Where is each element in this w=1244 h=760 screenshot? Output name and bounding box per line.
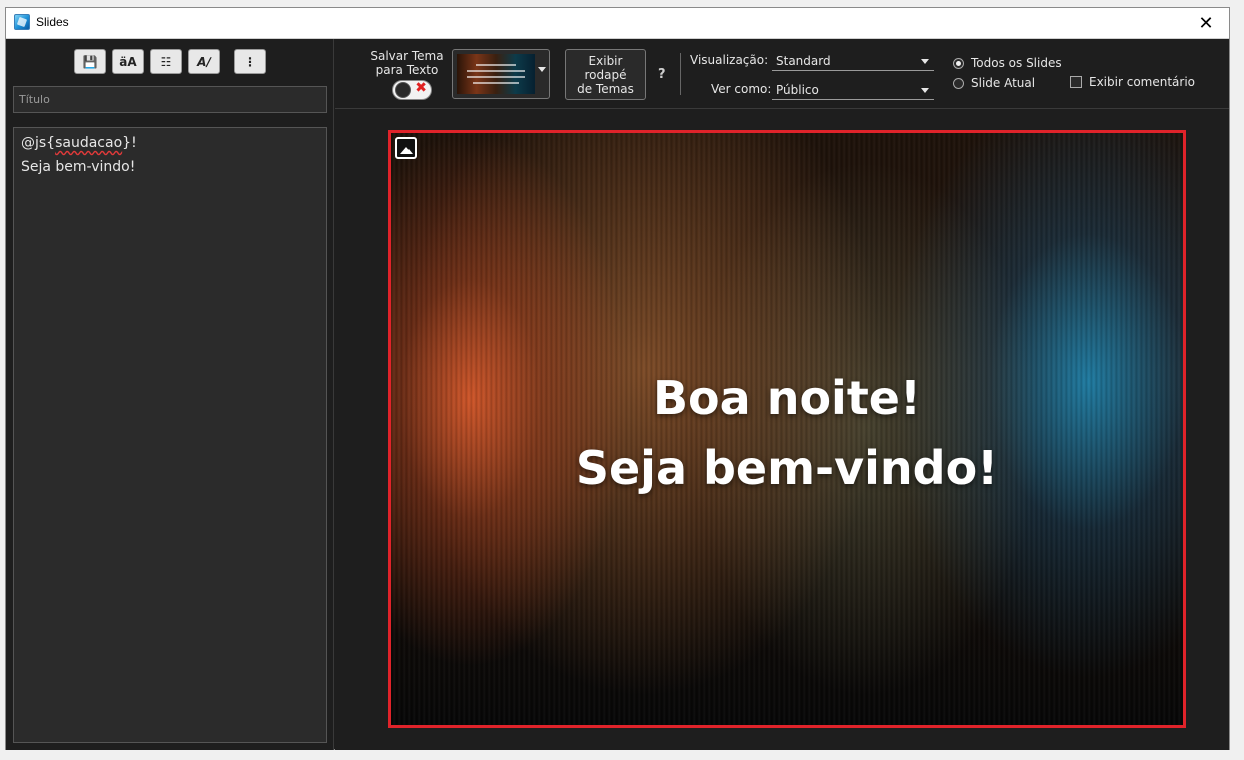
preview-toolbar: Salvar Tema para Texto ✖ Exibir rodapé d… (335, 39, 1229, 109)
slide-text-editor[interactable]: @js{saudacao}! Seja bem-vindo! (13, 127, 327, 743)
radio-all-slides-label: Todos os Slides (971, 56, 1062, 70)
save-theme-label-line1: Salvar Tema (370, 49, 444, 63)
checkbox-icon (1070, 76, 1082, 88)
spellcheck-button[interactable]: A∕ (188, 49, 220, 74)
close-button[interactable]: ✕ (1183, 8, 1229, 38)
title-bar: Slides ✕ (6, 8, 1229, 39)
slide-text-line1: Boa noite! (652, 371, 921, 425)
save-theme-toggle[interactable]: ✖ (392, 80, 432, 100)
font-size-icon: äA (119, 54, 137, 69)
chevron-down-icon (921, 59, 929, 64)
window-title: Slides (36, 15, 69, 29)
editor-line-1: @js{saudacao}! (21, 131, 319, 155)
left-panel: 💾 äA ☷ A∕ ⋮ Título @js{saudacao}! Seja b… (6, 39, 334, 750)
chevron-down-icon (921, 88, 929, 93)
title-input[interactable]: Título (13, 86, 327, 113)
visualizacao-value: Standard (776, 54, 831, 68)
toggle-off-icon: ✖ (415, 80, 427, 96)
ver-como-label: Ver como: (711, 82, 772, 96)
toolbar-divider (680, 53, 681, 95)
image-icon[interactable] (395, 137, 417, 159)
radio-all-slides[interactable]: Todos os Slides (953, 56, 1062, 70)
app-icon (14, 14, 30, 30)
radio-selected-icon (953, 57, 964, 69)
editor-token-variable: saudacao (55, 135, 123, 151)
visualizacao-select[interactable]: Standard (772, 51, 934, 71)
right-panel: Salvar Tema para Texto ✖ Exibir rodapé d… (335, 39, 1229, 750)
footer-label-line3: de Temas (577, 82, 634, 96)
close-icon: ✕ (1198, 12, 1214, 34)
more-options-button[interactable]: ⋮ (234, 49, 266, 74)
ver-como-select[interactable]: Público (772, 80, 934, 100)
slide-text: Boa noite! Seja bem-vindo! (391, 363, 1183, 503)
visualizacao-label: Visualização: (690, 53, 769, 67)
editor-token-suffix: }! (122, 135, 137, 151)
radio-unselected-icon (953, 77, 964, 89)
save-theme-label: Salvar Tema para Texto (369, 49, 445, 77)
slides-window: Slides ✕ 💾 äA ☷ A∕ ⋮ Título @js{saudacao… (5, 7, 1230, 750)
save-theme-label-line2: para Texto (375, 63, 439, 77)
font-size-button[interactable]: äA (112, 49, 144, 74)
editor-token-prefix: @js{ (21, 135, 56, 151)
slide-settings-icon: ☷ (160, 54, 172, 69)
footer-label-line2: rodapé (584, 68, 627, 82)
slide-text-line2: Seja bem-vindo! (575, 441, 999, 495)
radio-current-slide[interactable]: Slide Atual (953, 76, 1035, 90)
show-theme-footer-button[interactable]: Exibir rodapé de Temas (565, 49, 646, 100)
theme-selector[interactable] (452, 49, 550, 99)
theme-preview-thumbnail (457, 54, 535, 94)
help-icon[interactable]: ? (658, 67, 666, 82)
slide-preview[interactable]: Boa noite! Seja bem-vindo! (388, 130, 1186, 728)
slide-settings-button[interactable]: ☷ (150, 49, 182, 74)
show-comment-checkbox[interactable]: Exibir comentário (1070, 75, 1195, 89)
editor-line-2: Seja bem-vindo! (21, 159, 136, 175)
save-button[interactable]: 💾 (74, 49, 106, 74)
show-comment-label: Exibir comentário (1089, 75, 1196, 89)
chevron-down-icon (538, 67, 546, 72)
footer-label-line1: Exibir (588, 54, 623, 68)
spellcheck-icon: A∕ (197, 54, 211, 69)
toggle-knob (395, 82, 411, 98)
more-options-icon: ⋮ (244, 54, 256, 69)
radio-current-slide-label: Slide Atual (971, 76, 1036, 90)
ver-como-value: Público (776, 83, 819, 97)
save-icon: 💾 (82, 54, 98, 69)
